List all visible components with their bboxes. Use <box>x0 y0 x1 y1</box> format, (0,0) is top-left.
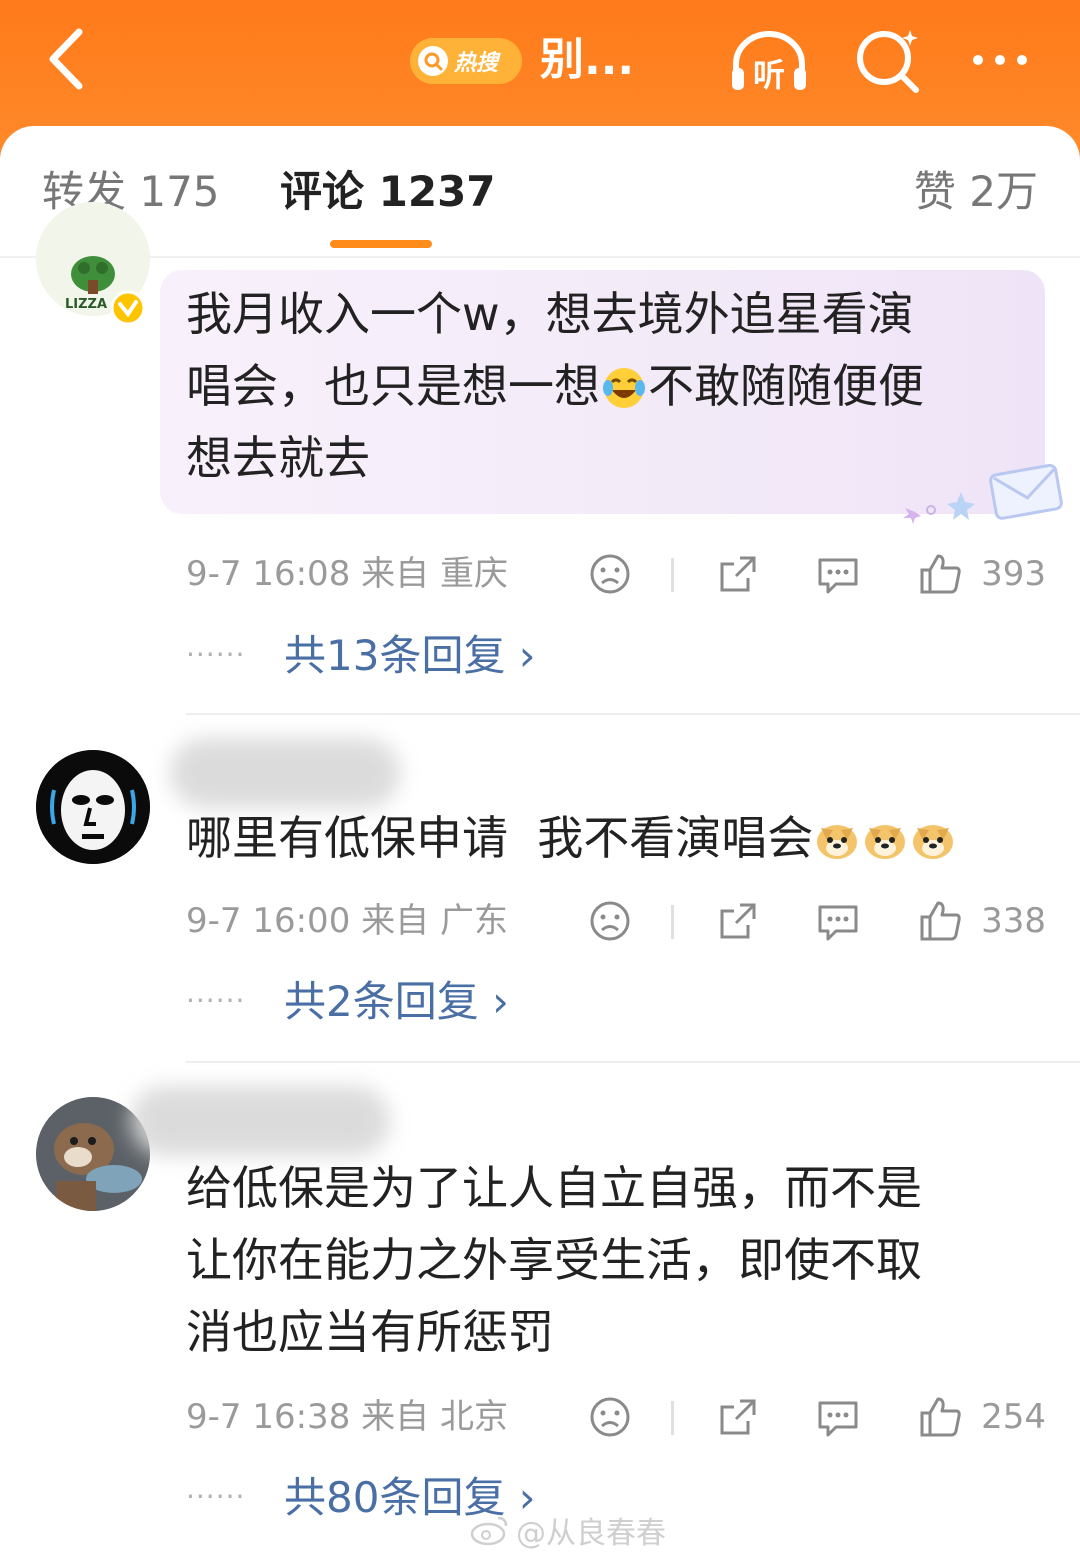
username-blurred[interactable] <box>130 1086 390 1156</box>
comment-meta-text: 9-7 16:00 来自 广东 <box>186 897 508 945</box>
like-count: 254 <box>981 1397 1046 1437</box>
sad-face-icon[interactable] <box>586 897 634 945</box>
meta-separator <box>671 905 674 939</box>
avatar-image <box>36 750 150 864</box>
comment-icon[interactable] <box>814 1393 862 1441</box>
comment-line: 给低保是为了让人自立自强，而不是 <box>186 1161 922 1215</box>
listen-button[interactable]: 听 <box>728 28 810 94</box>
view-replies-link[interactable]: 共2条回复 › <box>284 972 509 1032</box>
comment-meta-text: 9-7 16:38 来自 北京 <box>186 1393 508 1441</box>
comment-line: 让你在能力之外享受生活，即使不取 <box>186 1233 922 1287</box>
more-dot <box>1017 55 1027 65</box>
comment-line: 我月收入一个w，想去境外追星看演 <box>186 287 914 341</box>
chevron-left-icon <box>49 28 83 90</box>
search-button[interactable] <box>852 24 924 96</box>
search-small-icon <box>418 46 448 76</box>
tabs-divider <box>0 256 1080 258</box>
comment-time: 9-7 16:08 <box>186 554 351 594</box>
replies-count: 共2条回复 <box>284 977 479 1026</box>
comment-line-part: 哪里有低保申请 我不看演唱会 <box>186 811 814 865</box>
replies-count: 共13条回复 <box>284 631 506 680</box>
tab-bar: 转发 175 评论 1237 赞 2万 <box>0 126 1080 256</box>
back-button[interactable] <box>30 24 100 94</box>
comment-location: 来自 重庆 <box>361 554 508 594</box>
page-title: 别... <box>540 34 635 85</box>
tab-likes[interactable]: 赞 2万 <box>914 164 1038 220</box>
comment-line-part: 不敢随随便便 <box>648 359 924 413</box>
hot-search-label: 热搜 <box>454 51 499 76</box>
verified-badge-icon <box>110 290 146 326</box>
meta-separator <box>671 558 674 592</box>
comment-line: 唱会，也只是想一想 不敢随随便便 <box>186 350 1036 422</box>
comment-meta-text: 9-7 16:08 来自 重庆 <box>186 550 508 598</box>
replies-dots: ······ <box>186 638 246 671</box>
comment-text: 给低保是为了让人自立自强，而不是 让你在能力之外享受生活，即使不取 消也应当有所… <box>186 1152 1036 1368</box>
like-count: 393 <box>981 554 1046 594</box>
more-button[interactable] <box>960 30 1040 90</box>
share-icon[interactable] <box>714 550 762 598</box>
watermark-text: @从良春春 <box>516 1516 666 1551</box>
view-replies-link[interactable]: 共13条回复 › <box>284 626 536 686</box>
thumbs-up-icon[interactable] <box>916 897 964 945</box>
meta-separator <box>671 1401 674 1435</box>
comment-location: 来自 北京 <box>361 1397 508 1437</box>
headphones-icon: 听 <box>732 31 806 94</box>
tab-indicator <box>330 240 432 248</box>
comment-text: 哪里有低保申请 我不看演唱会 <box>186 802 1036 874</box>
comment-divider <box>186 1061 1080 1063</box>
listen-label: 听 <box>753 56 785 94</box>
share-icon[interactable] <box>714 1393 762 1441</box>
comment-divider <box>186 713 1080 715</box>
sad-face-icon[interactable] <box>586 550 634 598</box>
doge-emoji-icon <box>913 825 954 859</box>
more-dot <box>995 55 1005 65</box>
comment-location: 来自 广东 <box>361 901 508 941</box>
weibo-logo-icon <box>470 1516 508 1546</box>
avatar-label: LIZZA <box>65 297 107 312</box>
watermark: @从良春春 <box>470 1508 666 1552</box>
thumbs-up-icon[interactable] <box>916 550 964 598</box>
comment-meta: 9-7 16:00 来自 广东 338 <box>186 897 1046 945</box>
username-blurred[interactable] <box>170 738 400 808</box>
comment-meta: 9-7 16:38 来自 北京 254 <box>186 1393 1046 1441</box>
avatar[interactable] <box>36 750 150 864</box>
like-count: 338 <box>981 901 1046 941</box>
tab-comments[interactable]: 评论 1237 <box>280 164 496 220</box>
comment-line: 想去就去 <box>186 431 370 485</box>
search-icon <box>857 30 919 93</box>
sad-face-icon[interactable] <box>586 1393 634 1441</box>
comment-meta: 9-7 16:08 来自 重庆 393 <box>186 550 1046 598</box>
more-dot <box>973 55 983 65</box>
replies-dots: ······ <box>186 1480 246 1513</box>
comment-icon[interactable] <box>814 550 862 598</box>
doge-emoji-icon <box>865 825 906 859</box>
share-icon[interactable] <box>714 897 762 945</box>
comment-line-part: 唱会，也只是想一想 <box>186 359 600 413</box>
comment-line: 消也应当有所惩罚 <box>186 1305 554 1359</box>
doge-emoji-icon <box>817 825 858 859</box>
thumbs-up-icon[interactable] <box>916 1393 964 1441</box>
comment-time: 9-7 16:38 <box>186 1397 351 1437</box>
comment-text: 我月收入一个w，想去境外追星看演 唱会，也只是想一想 不敢随随便便 想去就去 <box>186 278 1036 494</box>
hot-search-badge[interactable]: 热搜 <box>410 38 522 84</box>
comment-icon[interactable] <box>814 897 862 945</box>
comment-line: 哪里有低保申请 我不看演唱会 <box>186 802 1036 874</box>
comment-time: 9-7 16:00 <box>186 901 351 941</box>
replies-dots: ······ <box>186 984 246 1017</box>
laugh-cry-emoji-icon <box>603 368 645 408</box>
